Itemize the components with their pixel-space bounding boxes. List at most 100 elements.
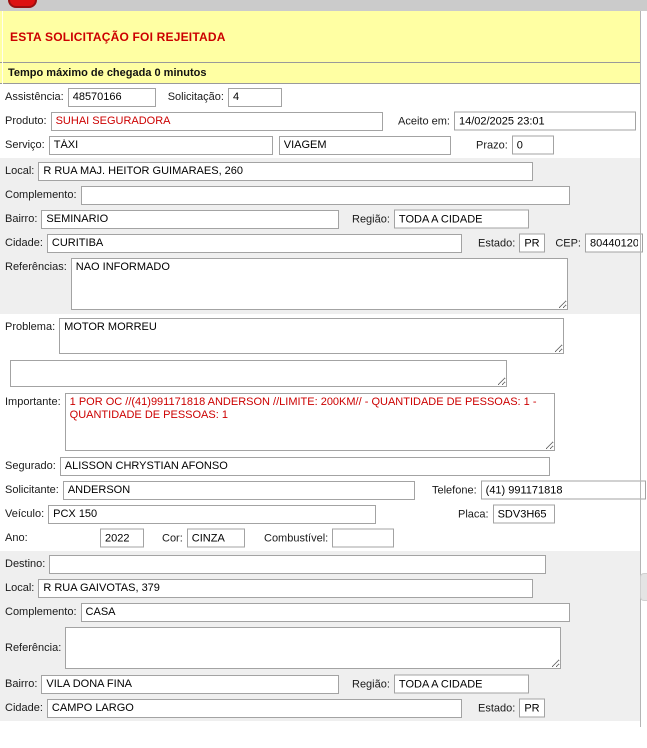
dest-local-row: Local: — [0, 576, 640, 600]
origin-complemento-label: Complemento: — [5, 189, 77, 201]
dest-referencia-row: Referência: — [0, 624, 640, 672]
prazo-input[interactable] — [511, 135, 554, 155]
red-button-icon — [8, 0, 37, 8]
origin-referencias-row: Referências: NAO INFORMADO — [0, 255, 640, 313]
origin-cidade-row: Cidade: Estado: CEP: — [0, 231, 643, 255]
segurado-input[interactable] — [59, 456, 550, 476]
destination-section: Destino: Local: Complemento: Referência:… — [0, 551, 640, 721]
cor-input[interactable] — [186, 528, 245, 548]
importante-textarea[interactable]: 1 POR OC //(41)991171818 ANDERSON //LIMI… — [64, 393, 555, 451]
dest-bairro-label: Bairro: — [5, 678, 38, 690]
servico-row: Serviço: Prazo: — [0, 133, 640, 157]
origin-referencias-label: Referências: — [5, 261, 67, 273]
dest-cidade-input[interactable] — [46, 698, 462, 718]
telefone-input[interactable] — [480, 480, 646, 500]
placa-label: Placa: — [458, 508, 489, 520]
assistencia-label: Assistência: — [5, 91, 64, 103]
dest-cidade-label: Cidade: — [5, 702, 43, 714]
origin-complemento-row: Complemento: — [0, 183, 640, 207]
ano-label: Ano: — [5, 532, 28, 544]
observacao-row — [0, 357, 640, 390]
veiculo-input[interactable] — [48, 504, 377, 524]
origin-bairro-label: Bairro: — [5, 213, 38, 225]
problema-row: Problema: MOTOR MORREU — [0, 315, 640, 357]
segurado-label: Segurado: — [5, 460, 56, 472]
aceito-em-input[interactable] — [453, 111, 636, 131]
veiculo-row: Veículo: Placa: — [0, 502, 640, 526]
segurado-row: Segurado: — [0, 454, 640, 478]
origin-cidade-input[interactable] — [46, 233, 462, 253]
placa-input[interactable] — [492, 504, 555, 524]
aceito-em-label: Aceito em: — [398, 115, 450, 127]
dest-referencia-textarea[interactable] — [65, 627, 562, 669]
importante-label: Importante: — [5, 396, 61, 408]
observacao-textarea[interactable] — [10, 360, 507, 387]
origin-cep-input[interactable] — [585, 233, 643, 253]
combustivel-label: Combustível: — [264, 532, 329, 544]
dest-regiao-input[interactable] — [393, 674, 529, 694]
dest-estado-label: Estado: — [478, 702, 516, 714]
origin-estado-label: Estado: — [478, 237, 516, 249]
arrival-time-text: Tempo máximo de chegada 0 minutos — [8, 67, 207, 79]
combustivel-input[interactable] — [332, 528, 395, 548]
form-right-border — [640, 11, 641, 727]
origin-bairro-row: Bairro: Região: — [0, 207, 640, 231]
dest-complemento-row: Complemento: — [0, 600, 640, 624]
solicitacao-label: Solicitação: — [167, 91, 224, 103]
telefone-label: Telefone: — [432, 484, 477, 496]
veiculo-label: Veículo: — [5, 508, 45, 520]
details-section: Problema: MOTOR MORREU Importante: 1 POR… — [0, 314, 646, 551]
origin-section: Local: Complemento: Bairro: Região: Cida… — [0, 158, 643, 314]
ano-input[interactable] — [100, 528, 144, 548]
dest-estado-input[interactable] — [519, 698, 546, 718]
solicitante-label: Solicitante: — [5, 484, 59, 496]
origin-cidade-label: Cidade: — [5, 237, 43, 249]
problema-label: Problema: — [5, 321, 56, 333]
dest-regiao-label: Região: — [352, 678, 390, 690]
assistencia-row: Assistência: Solicitação: — [0, 85, 640, 109]
assistance-request-form: ESTA SOLICITAÇÃO FOI REJEITADA Tempo máx… — [0, 11, 646, 742]
origin-estado-input[interactable] — [519, 233, 546, 253]
origin-local-input[interactable] — [38, 161, 534, 181]
servico-label: Serviço: — [5, 139, 45, 151]
banner-divider — [2, 11, 3, 84]
solicitante-row: Solicitante: Telefone: — [0, 478, 646, 502]
cor-label: Cor: — [162, 532, 183, 544]
origin-local-row: Local: — [0, 159, 640, 183]
origin-complemento-input[interactable] — [80, 185, 570, 205]
importante-row: Importante: 1 POR OC //(41)991171818 AND… — [0, 390, 640, 454]
servico-input[interactable] — [48, 135, 273, 155]
bottom-filler — [0, 721, 640, 742]
rejected-banner-text: ESTA SOLICITAÇÃO FOI REJEITADA — [10, 30, 226, 44]
produto-input[interactable] — [50, 111, 383, 131]
destino-input[interactable] — [49, 554, 547, 574]
dest-cidade-row: Cidade: Estado: — [0, 696, 640, 720]
origin-regiao-label: Região: — [352, 213, 390, 225]
dest-bairro-row: Bairro: Região: — [0, 672, 640, 696]
ano-cor-combustivel-row: Ano: Cor: Combustível: — [0, 526, 640, 550]
solicitacao-input[interactable] — [227, 87, 282, 107]
origin-bairro-input[interactable] — [41, 209, 340, 229]
solicitante-input[interactable] — [62, 480, 415, 500]
arrival-time-banner: Tempo máximo de chegada 0 minutos — [0, 62, 640, 84]
origin-referencias-textarea[interactable]: NAO INFORMADO — [70, 258, 568, 310]
request-section: Assistência: Solicitação: Produto: Aceit… — [0, 84, 640, 158]
dest-complemento-input[interactable] — [80, 602, 570, 622]
prazo-label: Prazo: — [476, 139, 508, 151]
origin-cep-label: CEP: — [555, 237, 581, 249]
origin-local-label: Local: — [5, 165, 35, 177]
servico-tipo-input[interactable] — [278, 135, 451, 155]
dest-local-label: Local: — [5, 582, 35, 594]
destino-label: Destino: — [5, 558, 46, 570]
produto-label: Produto: — [5, 115, 47, 127]
dest-local-input[interactable] — [38, 578, 534, 598]
origin-regiao-input[interactable] — [393, 209, 529, 229]
scrollbar-thumb[interactable] — [640, 573, 647, 601]
top-strip — [0, 0, 647, 11]
dest-bairro-input[interactable] — [41, 674, 340, 694]
dest-complemento-label: Complemento: — [5, 606, 77, 618]
destino-row: Destino: — [0, 552, 640, 576]
assistencia-input[interactable] — [67, 87, 156, 107]
produto-row: Produto: Aceito em: — [0, 109, 640, 133]
problema-textarea[interactable]: MOTOR MORREU — [59, 318, 565, 354]
